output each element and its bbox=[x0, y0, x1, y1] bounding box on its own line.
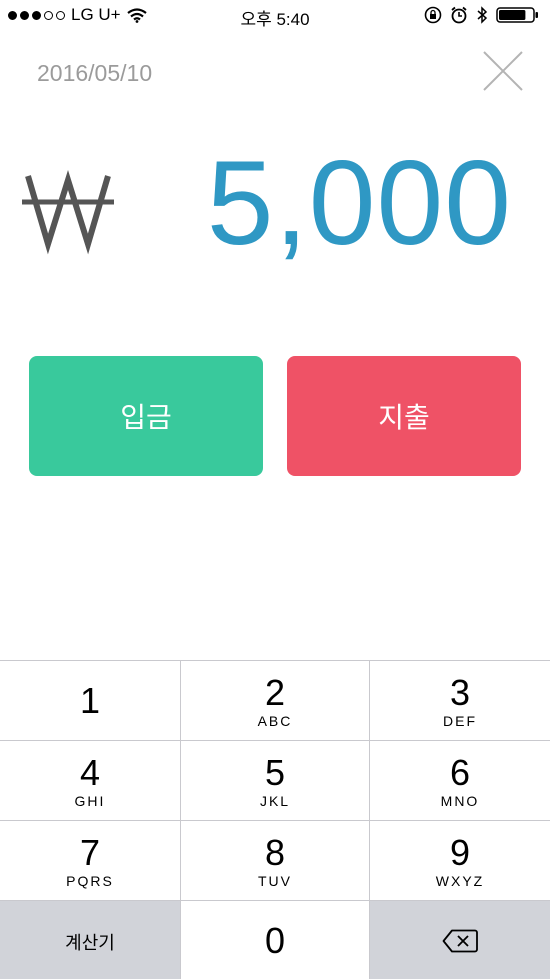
won-currency-icon bbox=[22, 169, 114, 255]
withdraw-label: 지출 bbox=[378, 402, 430, 433]
rotation-lock-icon bbox=[424, 6, 442, 24]
key-0[interactable]: 0 bbox=[181, 901, 370, 979]
key-digit: 8 bbox=[264, 832, 286, 873]
backspace-icon bbox=[442, 929, 478, 953]
battery-icon bbox=[496, 7, 538, 23]
key-digit: 4 bbox=[79, 752, 101, 793]
key-9[interactable]: 9 WXYZ bbox=[370, 821, 550, 901]
backspace-key[interactable] bbox=[370, 901, 550, 979]
key-letters: MNO bbox=[440, 793, 480, 809]
key-4[interactable]: 4 GHI bbox=[0, 741, 181, 821]
key-digit: 0 bbox=[264, 920, 286, 961]
key-1[interactable]: 1 bbox=[0, 661, 181, 741]
key-2[interactable]: 2 ABC bbox=[181, 661, 370, 741]
deposit-button[interactable]: 입금 bbox=[29, 356, 263, 476]
calculator-key[interactable]: 계산기 bbox=[0, 901, 181, 979]
key-digit: 5 bbox=[264, 752, 286, 793]
key-digit: 6 bbox=[449, 752, 471, 793]
key-letters: JKL bbox=[259, 793, 291, 809]
close-icon bbox=[483, 51, 523, 91]
withdraw-button[interactable]: 지출 bbox=[287, 356, 521, 476]
key-letters: GHI bbox=[74, 793, 106, 809]
key-digit: 3 bbox=[449, 672, 471, 713]
key-letters: DEF bbox=[443, 713, 477, 729]
key-8[interactable]: 8 TUV bbox=[181, 821, 370, 901]
key-letters: TUV bbox=[258, 873, 292, 889]
key-digit: 2 bbox=[264, 672, 286, 713]
key-letters: PQRS bbox=[66, 873, 114, 889]
key-digit: 7 bbox=[79, 832, 101, 873]
amount-display[interactable]: 5,000 bbox=[207, 138, 512, 268]
key-digit: 1 bbox=[79, 680, 101, 721]
status-icons bbox=[424, 6, 540, 24]
status-bar: LG U+ 오후 5:40 bbox=[0, 0, 550, 32]
key-letters: ABC bbox=[257, 713, 293, 729]
bluetooth-icon bbox=[477, 6, 488, 24]
key-digit: 9 bbox=[449, 832, 471, 873]
key-letters: WXYZ bbox=[435, 873, 485, 889]
numeric-keypad: 1 2 ABC 3 DEF 4 GHI 5 JKL 6 MNO 7 PQRS 8… bbox=[0, 660, 550, 979]
key-5[interactable]: 5 JKL bbox=[181, 741, 370, 821]
entry-date[interactable]: 2016/05/10 bbox=[37, 60, 152, 87]
deposit-label: 입금 bbox=[120, 402, 172, 433]
alarm-icon bbox=[451, 6, 467, 24]
key-3[interactable]: 3 DEF bbox=[370, 661, 550, 741]
key-7[interactable]: 7 PQRS bbox=[0, 821, 181, 901]
key-6[interactable]: 6 MNO bbox=[370, 741, 550, 821]
close-button[interactable] bbox=[482, 50, 524, 92]
calculator-label: 계산기 bbox=[65, 933, 115, 953]
